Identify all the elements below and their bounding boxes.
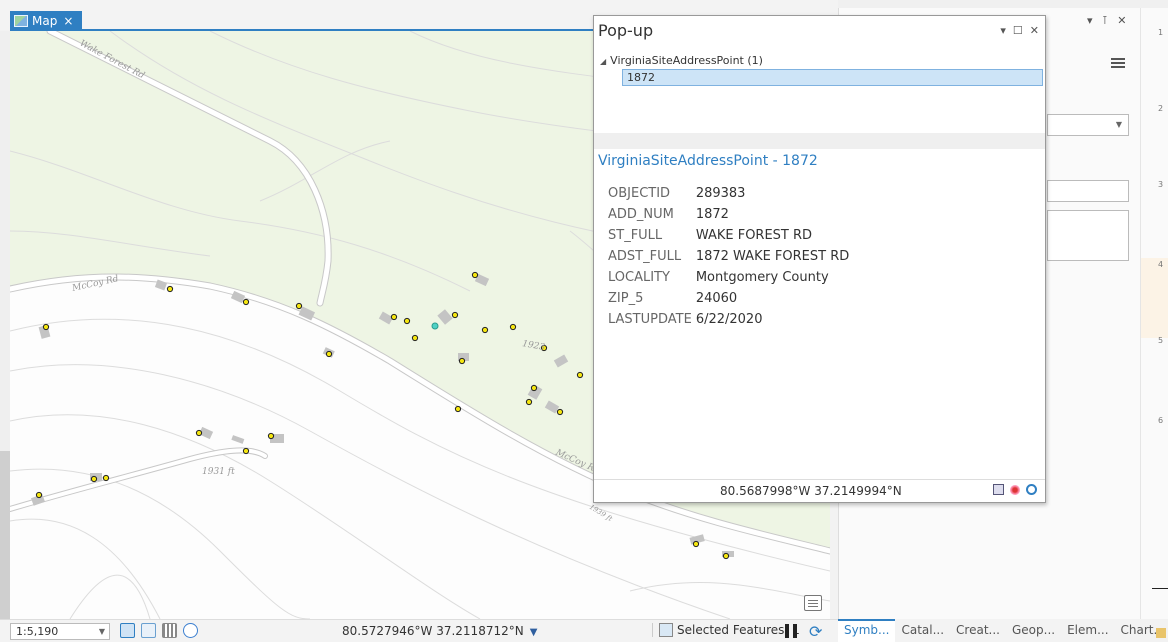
- line-number: 6: [1158, 416, 1164, 425]
- attribute-value: 24060: [695, 291, 738, 306]
- menu-icon[interactable]: [1111, 58, 1125, 69]
- line-number: 2: [1158, 104, 1164, 113]
- line-number: 4: [1158, 260, 1164, 269]
- line-number: 3: [1158, 180, 1164, 189]
- table-view-icon[interactable]: [162, 623, 177, 638]
- left-strip-shade: [0, 451, 10, 631]
- selected-address-point: [431, 322, 439, 330]
- attribute-key: LOCALITY: [608, 270, 670, 285]
- tab-symbology[interactable]: Symb...: [838, 619, 896, 642]
- selected-features[interactable]: Selected Features: 1: [652, 623, 800, 637]
- selected-features-text: Selected Features: 1: [677, 623, 800, 637]
- layer-name: VirginiaSiteAddressPoint (1): [610, 54, 763, 67]
- close-icon[interactable]: ×: [63, 14, 73, 28]
- label-contour-1931: 1931 ft: [202, 467, 235, 477]
- gutter-footer-icon[interactable]: [1156, 628, 1166, 638]
- table-row: ADD_NUM 1872: [608, 207, 853, 228]
- tab-catalog[interactable]: Catal...: [895, 619, 950, 642]
- chevron-down-icon: ▼: [98, 627, 105, 636]
- top-strip: [838, 0, 1168, 8]
- tab-create[interactable]: Creat...: [950, 619, 1006, 642]
- coordinates-text: 80.5727946°W 37.2118712°N: [342, 624, 524, 638]
- table-row: ST_FULL WAKE FOREST RD: [608, 228, 853, 249]
- attribute-key: OBJECTID: [608, 186, 671, 201]
- table-row: LOCALITY Montgomery County: [608, 270, 853, 291]
- status-bar: 1:5,190 ▼ 80.5727946°W 37.2118712°N ▼ Sel…: [0, 619, 838, 642]
- attribute-value: 1872: [695, 207, 729, 222]
- attribute-key: ST_FULL: [608, 228, 663, 243]
- zoom-to-icon[interactable]: [993, 484, 1004, 495]
- line-number-gutter: 1 2 3 4 5 6: [1140, 8, 1168, 619]
- collapse-triangle-icon[interactable]: ◢: [600, 57, 606, 66]
- feature-title: VirginiaSiteAddressPoint - 1872: [598, 153, 818, 169]
- chevron-down-icon: ▼: [529, 627, 538, 638]
- chevron-down-icon[interactable]: ▾: [1000, 24, 1006, 37]
- popup-layer-node[interactable]: ◢ VirginiaSiteAddressPoint (1): [600, 54, 763, 67]
- driveway-left: [10, 447, 268, 512]
- map-tab[interactable]: Map ×: [10, 11, 82, 30]
- search-icon[interactable]: [1026, 484, 1037, 495]
- popup-footer-tools: [993, 484, 1037, 495]
- table-row: ADST_FULL 1872 WAKE FOREST RD: [608, 249, 853, 270]
- close-icon[interactable]: ✕: [1030, 24, 1039, 37]
- attribute-value: WAKE FOREST RD: [695, 228, 813, 243]
- attribute-key: ADST_FULL: [608, 249, 682, 264]
- attribute-value: Montgomery County: [695, 270, 829, 285]
- gutter-marker: [1152, 588, 1168, 589]
- popup-feature-item[interactable]: 1872: [622, 69, 1043, 86]
- navigation-icon[interactable]: [183, 623, 198, 638]
- line-number: 5: [1158, 336, 1164, 345]
- popup-footer: 80.5687998°W 37.2149994°N: [594, 479, 1045, 502]
- table-row: ZIP_5 24060: [608, 291, 853, 312]
- popup-coordinates: 80.5687998°W 37.2149994°N: [720, 484, 902, 498]
- popup-title: Pop-up: [598, 21, 654, 40]
- line-number: 1: [1158, 28, 1164, 37]
- attribute-key: ADD_NUM: [608, 207, 674, 222]
- scale-value: 1:5,190: [16, 625, 59, 638]
- cursor-coordinates[interactable]: 80.5727946°W 37.2118712°N ▼: [342, 624, 537, 638]
- pane-dropdown[interactable]: ▼: [1047, 114, 1129, 136]
- attribute-table-icon[interactable]: [804, 595, 822, 611]
- popup-window-controls: ▾ ☐ ✕: [1000, 24, 1039, 37]
- gutter-highlight: [1141, 258, 1168, 338]
- pause-drawing-icon[interactable]: [784, 624, 798, 638]
- attribute-table: OBJECTID 289383 ADD_NUM 1872 ST_FULL WAKE F…: [608, 186, 853, 333]
- left-strip: [0, 31, 10, 631]
- attribute-value: 289383: [695, 186, 746, 201]
- scale-selector[interactable]: 1:5,190 ▼: [10, 623, 110, 640]
- grid-snap-icon[interactable]: [120, 623, 135, 638]
- refresh-icon[interactable]: ⟳: [809, 622, 822, 641]
- map-icon: [14, 14, 28, 27]
- popup-divider: [594, 133, 1045, 149]
- attribute-key: LASTUPDATE: [608, 312, 692, 327]
- flash-icon[interactable]: [1010, 484, 1020, 495]
- selection-icon: [659, 623, 673, 637]
- pane-input[interactable]: [1047, 180, 1129, 202]
- attribute-key: ZIP_5: [608, 291, 644, 306]
- attribute-value: 1872 WAKE FOREST RD: [695, 249, 850, 264]
- table-row: LASTUPDATE 6/22/2020: [608, 312, 853, 333]
- status-tools: [120, 623, 198, 638]
- tab-geoprocessing[interactable]: Geop...: [1006, 619, 1061, 642]
- pane-textarea[interactable]: [1047, 210, 1129, 261]
- table-row: OBJECTID 289383: [608, 186, 853, 207]
- tab-element[interactable]: Elem...: [1061, 619, 1114, 642]
- snapping-icon[interactable]: [141, 623, 156, 638]
- popup-window[interactable]: Pop-up ▾ ☐ ✕ ◢ VirginiaSiteAddressPoint (…: [593, 15, 1046, 503]
- attribute-value: 6/22/2020: [695, 312, 763, 327]
- dock-tabs: Symb... Catal... Creat... Geop... Elem..…: [838, 619, 1165, 642]
- map-tab-label: Map: [32, 13, 58, 28]
- pane-controls[interactable]: ▾ ⊺ ✕: [1087, 14, 1129, 27]
- maximize-icon[interactable]: ☐: [1013, 24, 1023, 37]
